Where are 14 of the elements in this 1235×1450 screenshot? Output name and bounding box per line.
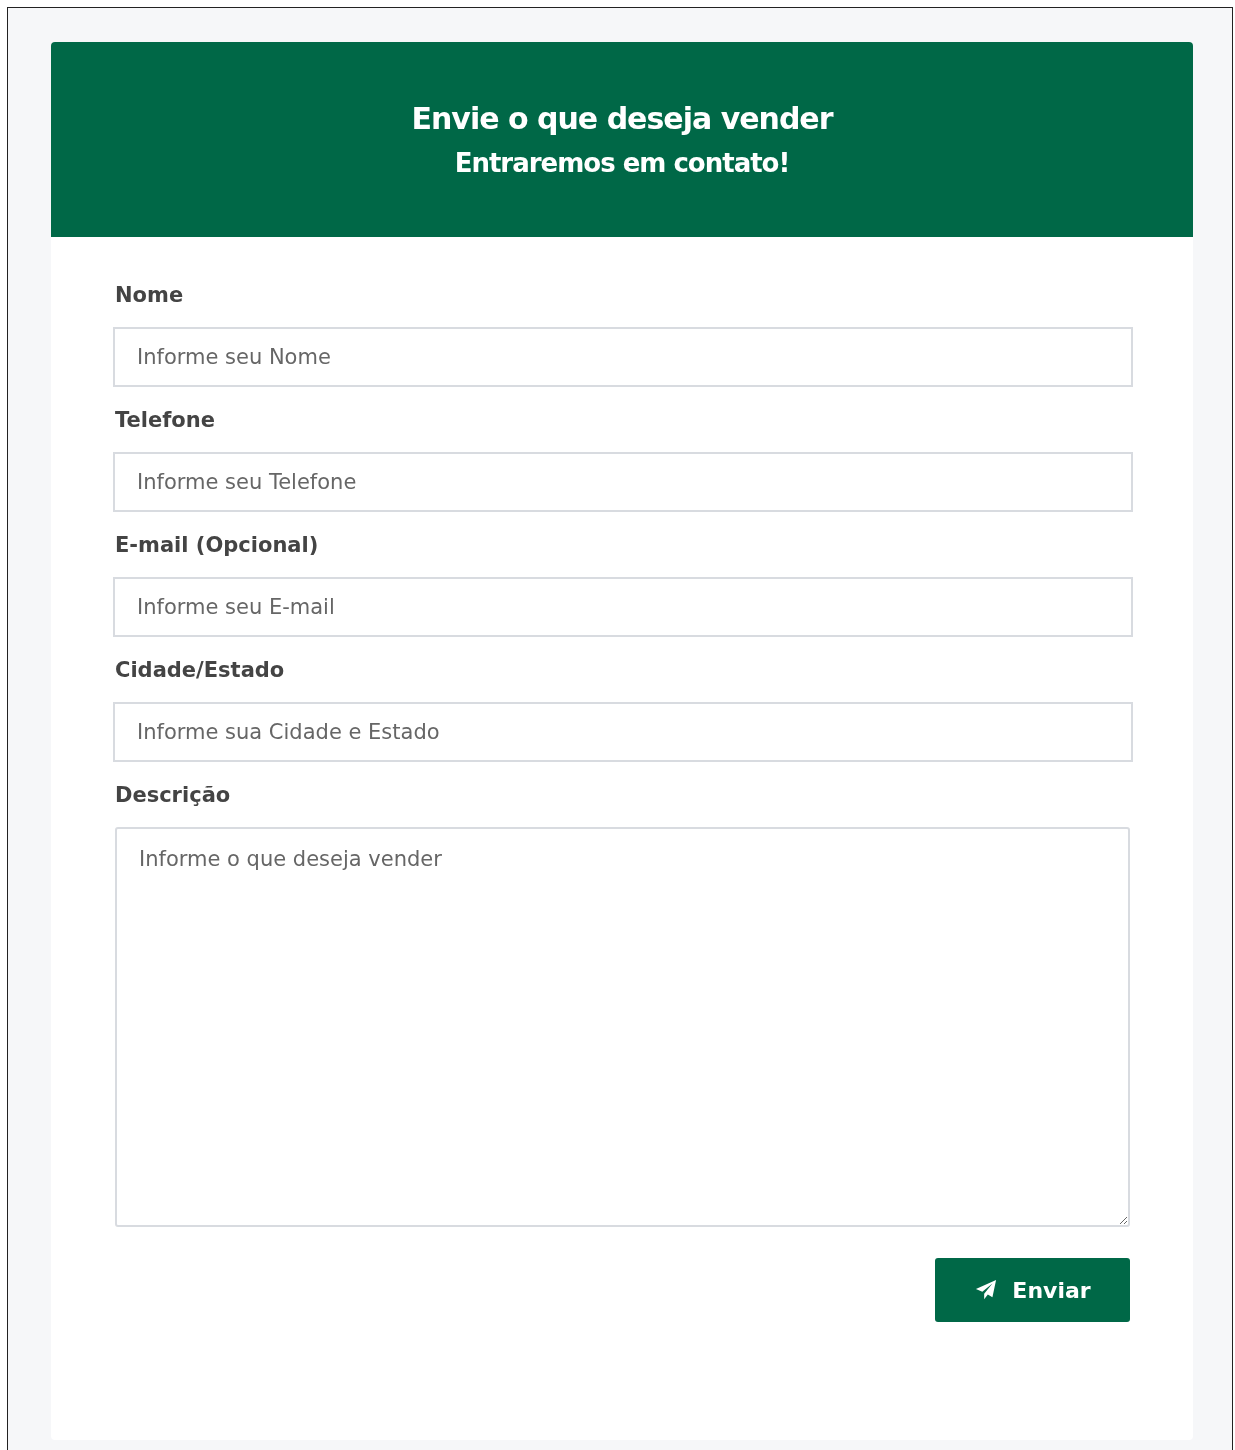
form-subtitle: Entraremos em contato! bbox=[454, 148, 790, 178]
field-label: Nome bbox=[114, 283, 185, 307]
input-field[interactable]: Informe sua Cidade e Estado bbox=[113, 702, 1133, 762]
text-area[interactable]: Informe o que deseja vender bbox=[115, 827, 1130, 1227]
field-label: Telefone bbox=[114, 408, 216, 432]
field-label: E-mail (Opcional) bbox=[114, 533, 320, 557]
send-button[interactable]: Enviar bbox=[935, 1258, 1130, 1322]
form-title: Envie o que deseja vender bbox=[411, 101, 833, 136]
input-field[interactable]: Informe seu E-mail bbox=[113, 577, 1133, 637]
input-field[interactable]: Informe seu Nome bbox=[113, 327, 1133, 387]
paper-plane-icon bbox=[974, 1279, 999, 1301]
field-label: Descrição bbox=[114, 783, 232, 807]
input-field[interactable]: Informe seu Telefone bbox=[113, 452, 1133, 512]
field-label: Cidade/Estado bbox=[114, 658, 286, 682]
